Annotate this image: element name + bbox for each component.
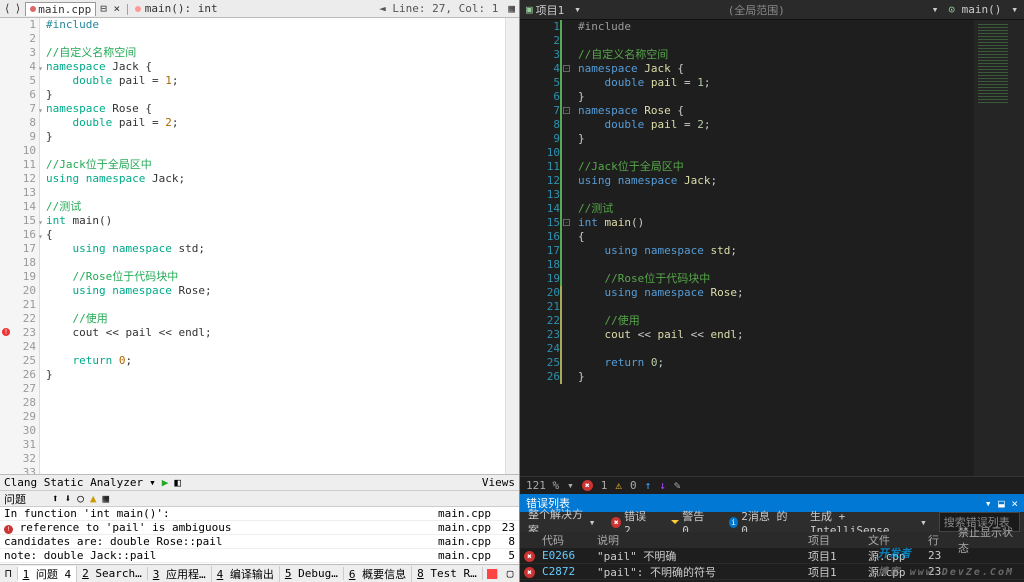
- cursor-pos: Line: 27, Col: 1: [392, 2, 498, 15]
- tab-close-icon[interactable]: ⊟ ×: [100, 2, 120, 15]
- func-icon: [135, 6, 141, 12]
- problem-row[interactable]: note: double Jack::pailmain.cpp5: [0, 549, 519, 563]
- modified-icon: [30, 6, 36, 12]
- bottom-tab[interactable]: 4 编译输出: [212, 566, 280, 582]
- nav-fwd-icon[interactable]: ⟩: [15, 2, 22, 15]
- bottom-tab-bar: ⊓ 1 问题 42 Search…3 应用程…4 编译输出5 Debug…6 概…: [0, 564, 519, 582]
- left-editor[interactable]: 1234▾567▾89101112131415▾16▾1718192021222…: [0, 18, 519, 474]
- watermark: 开发者 博客 www.DevZe.CoM: [878, 540, 1014, 578]
- analyzer-bar: Clang Static Analyzer ▾ ▶ ◧ Views: [0, 474, 519, 490]
- scope-selector[interactable]: (全局范围): [591, 2, 922, 18]
- analyzer-label: Clang Static Analyzer: [4, 476, 143, 489]
- problems-toolbar: 问题 ⬆⬇○▲▦: [0, 490, 519, 506]
- left-scrollbar[interactable]: [505, 18, 519, 474]
- error-list[interactable]: 代码说明项目文件行禁止显示状态 ✖E0266"pail" 不明确项目1源.cpp…: [520, 532, 1024, 582]
- right-status-bar: 121 % ▾ ✖1 ⚠0 ↑ ↓ ✎: [520, 476, 1024, 494]
- right-ide-pane: ▣项目1 ▾ (全局范围) ▾ ⊙ main() ▾ 1234-567-8910…: [520, 0, 1024, 582]
- project-selector[interactable]: ▣项目1: [526, 2, 564, 18]
- problem-row[interactable]: ! reference to 'pail' is ambiguousmain.c…: [0, 521, 519, 535]
- file-tab-label: main.cpp: [38, 3, 91, 16]
- bottom-tab[interactable]: 1 问题 4: [18, 566, 78, 582]
- problem-row[interactable]: candidates are: double Rose::pailmain.cp…: [0, 535, 519, 549]
- right-nav: ▣项目1 ▾ (全局范围) ▾ ⊙ main() ▾: [520, 0, 1024, 20]
- problems-panel[interactable]: In function 'int main()':main.cpp! refer…: [0, 506, 519, 564]
- file-tab[interactable]: main.cpp: [25, 2, 96, 16]
- dropdown-icon[interactable]: ▾: [149, 476, 156, 489]
- left-ide-pane: ⟨ ⟩ main.cpp ⊟ × | main(): int ◄ Line: 2…: [0, 0, 520, 582]
- warn-count-icon[interactable]: ⚠: [615, 479, 622, 492]
- bottom-tab[interactable]: 3 应用程…: [148, 566, 212, 582]
- left-code[interactable]: #include //自定义名称空间namespace Jack { doubl…: [40, 18, 505, 474]
- func-selector[interactable]: ⊙ main(): [948, 3, 1001, 16]
- function-nav[interactable]: main(): int: [145, 2, 218, 15]
- tool-icon[interactable]: ✎: [674, 479, 681, 492]
- right-editor[interactable]: 1234-567-89101112131415-1617181920212223…: [520, 20, 1024, 476]
- problem-row[interactable]: In function 'int main()':main.cpp: [0, 507, 519, 521]
- views-label[interactable]: Views: [482, 476, 515, 489]
- error-count-icon[interactable]: ✖: [582, 480, 593, 491]
- right-gutter: 1234-567-89101112131415-1617181920212223…: [520, 20, 564, 476]
- nav-back-icon[interactable]: ⟨: [4, 2, 11, 15]
- right-code[interactable]: #include //自定义名称空间namespace Jack { doubl…: [564, 20, 974, 476]
- progress-bar: [487, 569, 498, 579]
- run-icon[interactable]: ▶: [162, 476, 169, 489]
- problems-title: 问题: [4, 491, 26, 507]
- minimap[interactable]: [974, 20, 1024, 476]
- panel-menu-icon[interactable]: ▦: [508, 2, 515, 15]
- bottom-tab[interactable]: 8 Test R…: [412, 567, 483, 580]
- nav-prev-icon[interactable]: ◄: [379, 2, 386, 15]
- bottom-tab[interactable]: 5 Debug…: [280, 567, 344, 580]
- bottom-tab[interactable]: 6 概要信息: [344, 566, 412, 582]
- zoom-level[interactable]: 121 %: [526, 479, 559, 492]
- toggle-icon[interactable]: ◧: [174, 476, 181, 489]
- pin-icon[interactable]: ▾ ⬓ ×: [985, 497, 1018, 510]
- nav-down-icon[interactable]: ↓: [659, 479, 666, 492]
- left-tabbar: ⟨ ⟩ main.cpp ⊟ × | main(): int ◄ Line: 2…: [0, 0, 519, 18]
- error-list-toolbar: 整个解决方案 ▾ ✖错误 2 警告 0 i2消息 的 0 生成 + Intell…: [520, 512, 1024, 532]
- nav-up-icon[interactable]: ↑: [645, 479, 652, 492]
- bottom-tab[interactable]: 2 Search…: [77, 567, 148, 580]
- left-gutter: 1234▾567▾89101112131415▾16▾1718192021222…: [0, 18, 40, 474]
- tabs-toggle-icon[interactable]: ⊓: [0, 567, 18, 580]
